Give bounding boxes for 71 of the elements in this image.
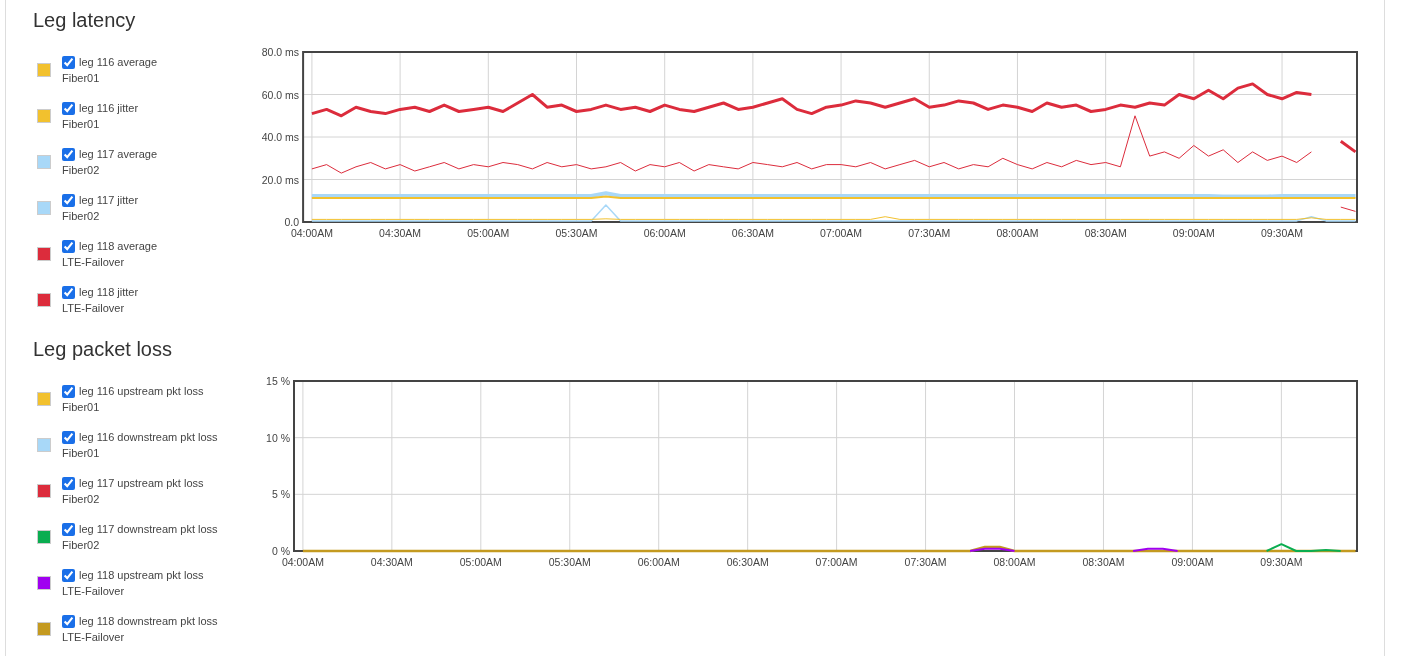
axis-tick-label: 05:30AM (548, 556, 591, 568)
axis-tick-label: 15 % (266, 375, 290, 387)
axis-tick-label: 07:00AM (815, 556, 858, 568)
series-sublabel: Fiber01 (62, 71, 101, 86)
series-label: leg 116 average (79, 55, 158, 70)
series-label: leg 117 upstream pkt loss (79, 476, 204, 491)
axis-tick-label: 05:30AM (555, 227, 598, 239)
axis-tick-label: 0 % (271, 545, 290, 557)
axis-tick-label: 08:30AM (1084, 227, 1127, 239)
series-label: leg 118 jitter (79, 285, 139, 300)
series-checkbox[interactable] (62, 239, 75, 253)
series-sublabel: Fiber02 (62, 163, 101, 178)
axis-tick-label: 08:00AM (996, 227, 1039, 239)
axis-tick-label: 40.0 ms (261, 131, 300, 143)
series-sublabel: LTE-Failover (62, 584, 126, 599)
series-sublabel: LTE-Failover (62, 301, 126, 316)
axis-tick-label: 0.0 (284, 216, 300, 228)
series-checkbox[interactable] (62, 101, 75, 115)
series-sublabel: LTE-Failover (62, 630, 126, 645)
series-checkbox[interactable] (62, 285, 75, 299)
axis-tick-label: 06:00AM (643, 227, 686, 239)
series-checkbox[interactable] (62, 568, 75, 582)
axis-tick-label: 04:00AM (281, 556, 324, 568)
series-sublabel: Fiber02 (62, 538, 101, 553)
axis-tick-label: 20.0 ms (261, 173, 300, 186)
series-sublabel: Fiber01 (62, 400, 101, 415)
series-checkbox[interactable] (62, 614, 75, 628)
series-sublabel: Fiber01 (62, 446, 101, 461)
axis-tick-label: 07:30AM (904, 556, 947, 568)
axis-tick-label: 08:30AM (1082, 556, 1125, 568)
axis-tick-label: 09:00AM (1172, 227, 1215, 239)
axis-tick-label: 60.0 ms (261, 88, 300, 101)
series-label: leg 117 average (79, 147, 158, 162)
axis-tick-label: 07:30AM (908, 227, 951, 239)
axis-tick-label: 09:30AM (1260, 556, 1303, 568)
series-label: leg 116 upstream pkt loss (79, 384, 204, 399)
series-label: leg 116 jitter (79, 101, 139, 116)
section-title: Leg latency (33, 8, 136, 32)
series-label: leg 116 downstream pkt loss (79, 430, 218, 445)
series-label: leg 117 downstream pkt loss (79, 522, 218, 537)
series-sublabel: Fiber02 (62, 492, 101, 507)
series-sublabel: Fiber01 (62, 117, 101, 132)
axis-tick-label: 10 % (266, 431, 290, 444)
series-label: leg 118 average (79, 239, 158, 254)
axis-tick-label: 04:30AM (379, 227, 422, 239)
series-checkbox[interactable] (62, 522, 75, 536)
series-label: leg 118 downstream pkt loss (79, 614, 218, 629)
axis-tick-label: 06:30AM (726, 556, 769, 568)
axis-tick-label: 09:00AM (1171, 556, 1214, 568)
axis-tick-label: 06:00AM (637, 556, 680, 568)
axis-tick-label: 04:30AM (370, 556, 413, 568)
axis-tick-label: 05:00AM (467, 227, 510, 239)
series-label: leg 118 upstream pkt loss (79, 568, 204, 583)
series-checkbox[interactable] (62, 384, 75, 398)
series-checkbox[interactable] (62, 193, 75, 207)
section-title: Leg packet loss (33, 337, 172, 361)
axis-tick-label: 05:00AM (459, 556, 502, 568)
axis-tick-label: 80.0 ms (261, 46, 300, 58)
axis-tick-label: 08:00AM (993, 556, 1036, 568)
series-label: leg 117 jitter (79, 193, 139, 208)
series-sublabel: LTE-Failover (62, 255, 126, 270)
axis-tick-label: 07:00AM (820, 227, 863, 239)
series-checkbox[interactable] (62, 476, 75, 490)
series-checkbox[interactable] (62, 147, 75, 161)
axis-tick-label: 5 % (271, 488, 290, 501)
axis-tick-label: 04:00AM (290, 227, 333, 239)
axis-tick-label: 09:30AM (1261, 227, 1304, 239)
series-sublabel: Fiber02 (62, 209, 101, 224)
series-checkbox[interactable] (62, 55, 75, 69)
axis-tick-label: 06:30AM (731, 227, 774, 239)
series-checkbox[interactable] (62, 430, 75, 444)
